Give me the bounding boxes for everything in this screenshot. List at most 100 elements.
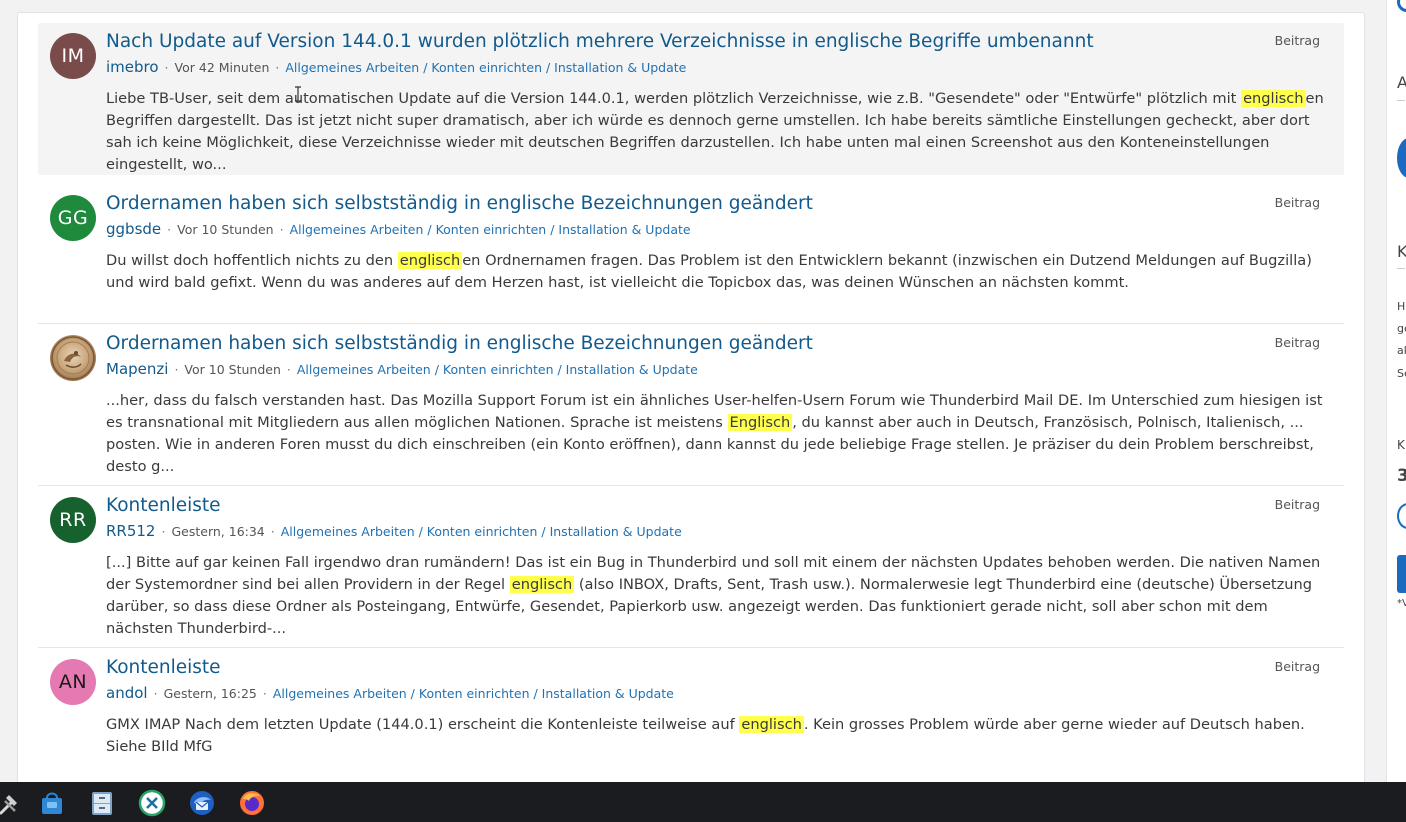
right-sidebar: A K Hi ge ak Se K 3 *V xyxy=(1386,0,1406,782)
result-meta: imebro · Vor 42 Minuten · Allgemeines Ar… xyxy=(106,58,686,76)
author-link[interactable]: imebro xyxy=(106,58,159,76)
text-cursor-icon xyxy=(295,86,301,102)
result-excerpt: Du willst doch hoffentlich nichts zu den… xyxy=(106,250,1332,294)
result-excerpt: ...her, dass du falsch verstanden hast. … xyxy=(106,390,1332,478)
sidebar-text-fragment: Se xyxy=(1397,367,1406,380)
taskbar-file-manager-button[interactable] xyxy=(87,788,117,818)
meta-separator: · xyxy=(161,524,166,539)
excerpt-text: Du willst doch hoffentlich nichts zu den xyxy=(106,252,398,269)
breadcrumb-link[interactable]: Allgemeines Arbeiten / Konten einrichten… xyxy=(285,60,686,75)
firefox-icon xyxy=(240,791,264,815)
search-result[interactable]: IM Nach Update auf Version 144.0.1 wurde… xyxy=(38,23,1344,175)
taskbar-firefox-button[interactable] xyxy=(237,788,267,818)
result-type-label: Beitrag xyxy=(1274,497,1320,512)
result-title-link[interactable]: Kontenleiste xyxy=(106,495,221,516)
post-time: Gestern, 16:34 xyxy=(171,524,265,539)
result-excerpt: GMX IMAP Nach dem letzten Update (144.0.… xyxy=(106,714,1332,758)
result-meta: RR512 · Gestern, 16:34 · Allgemeines Arb… xyxy=(106,522,682,540)
sidebar-heading-fragment: A xyxy=(1397,73,1406,92)
result-title-link[interactable]: Ordernamen haben sich selbstständig in e… xyxy=(106,193,813,214)
app-icon xyxy=(138,789,166,817)
avatar-initials: AN xyxy=(58,671,88,693)
result-meta: andol · Gestern, 16:25 · Allgemeines Arb… xyxy=(106,684,674,702)
meta-separator: · xyxy=(270,524,275,539)
post-time: Vor 10 Stunden xyxy=(177,222,274,237)
sidebar-text-fragment: ge xyxy=(1397,322,1406,335)
post-time: Vor 42 Minuten xyxy=(174,60,270,75)
taskbar-store-button[interactable] xyxy=(37,788,67,818)
author-link[interactable]: Mapenzi xyxy=(106,360,168,378)
sidebar-logo-fragment xyxy=(1397,138,1406,178)
breadcrumb-link[interactable]: Allgemeines Arbeiten / Konten einrichten… xyxy=(273,686,674,701)
meta-separator: · xyxy=(275,60,280,75)
result-title-link[interactable]: Kontenleiste xyxy=(106,657,221,678)
author-link[interactable]: ggbsde xyxy=(106,220,161,238)
post-time: Gestern, 16:25 xyxy=(163,686,257,701)
search-highlight: englisch xyxy=(1241,90,1306,107)
meta-separator: · xyxy=(262,686,267,701)
search-result[interactable]: GG Ordernamen haben sich selbstständig i… xyxy=(38,185,1344,324)
search-result[interactable]: AN Kontenleiste andol · Gestern, 16:25 ·… xyxy=(38,649,1344,789)
tools-icon xyxy=(0,795,17,815)
post-time: Vor 10 Stunden xyxy=(184,362,281,377)
sidebar-label-fragment: K xyxy=(1397,438,1405,452)
result-excerpt: [...] Bitte auf gar keinen Fall irgendwo… xyxy=(106,552,1332,640)
sidebar-heading-fragment: K xyxy=(1397,242,1406,261)
author-link[interactable]: RR512 xyxy=(106,522,155,540)
search-highlight: englisch xyxy=(739,716,804,733)
meta-separator: · xyxy=(167,222,172,237)
divider xyxy=(1397,268,1405,269)
meta-separator: · xyxy=(286,362,291,377)
breadcrumb-link[interactable]: Allgemeines Arbeiten / Konten einrichten… xyxy=(297,362,698,377)
result-title-link[interactable]: Ordernamen haben sich selbstständig in e… xyxy=(106,333,813,354)
search-result[interactable]: Ordernamen haben sich selbstständig in e… xyxy=(38,325,1344,486)
search-highlight: englisch xyxy=(397,252,463,269)
excerpt-text: Liebe TB-User, seit dem automatischen Up… xyxy=(106,90,1242,107)
meta-separator: · xyxy=(164,60,169,75)
avatar-initials: GG xyxy=(57,207,89,229)
sidebar-text-fragment: ak xyxy=(1397,344,1406,357)
search-highlight: Englisch xyxy=(727,414,793,431)
taskbar-thunderbird-button[interactable] xyxy=(187,788,217,818)
meta-separator: · xyxy=(174,362,179,377)
result-type-label: Beitrag xyxy=(1274,659,1320,674)
breadcrumb-link[interactable]: Allgemeines Arbeiten / Konten einrichten… xyxy=(281,524,682,539)
avatar[interactable]: IM xyxy=(50,33,96,79)
avatar[interactable]: RR xyxy=(50,497,96,543)
avatar[interactable]: GG xyxy=(50,195,96,241)
taskbar-app-button[interactable] xyxy=(137,788,167,818)
divider xyxy=(1397,100,1405,101)
meta-separator: · xyxy=(153,686,158,701)
result-type-label: Beitrag xyxy=(1274,335,1320,350)
sidebar-radio-fragment[interactable] xyxy=(1397,503,1406,529)
search-results-panel: IM Nach Update auf Version 144.0.1 wurde… xyxy=(17,12,1365,802)
excerpt-text: GMX IMAP Nach dem letzten Update (144.0.… xyxy=(106,716,740,733)
search-result[interactable]: RR Kontenleiste RR512 · Gestern, 16:34 ·… xyxy=(38,487,1344,648)
avatar-initials: IM xyxy=(61,45,85,67)
medal-avatar-image xyxy=(51,336,95,380)
result-type-label: Beitrag xyxy=(1274,195,1320,210)
search-highlight: englisch xyxy=(509,576,575,593)
result-type-label: Beitrag xyxy=(1274,33,1320,48)
store-icon xyxy=(42,792,62,814)
file-manager-icon xyxy=(92,792,112,815)
sidebar-avatar-ring xyxy=(1397,0,1406,12)
taskbar-tools-button[interactable] xyxy=(0,788,24,818)
breadcrumb-link[interactable]: Allgemeines Arbeiten / Konten einrichten… xyxy=(290,222,691,237)
result-meta: ggbsde · Vor 10 Stunden · Allgemeines Ar… xyxy=(106,220,691,238)
result-title-link[interactable]: Nach Update auf Version 144.0.1 wurden p… xyxy=(106,31,1094,52)
result-excerpt: Liebe TB-User, seit dem automatischen Up… xyxy=(106,88,1332,176)
author-link[interactable]: andol xyxy=(106,684,148,702)
result-meta: Mapenzi · Vor 10 Stunden · Allgemeines A… xyxy=(106,360,698,378)
taskbar xyxy=(0,782,1406,822)
sidebar-number-fragment: 3 xyxy=(1397,466,1406,486)
avatar[interactable]: AN xyxy=(50,659,96,705)
sidebar-note-fragment: *V xyxy=(1397,598,1406,609)
avatar-initials: RR xyxy=(59,509,87,531)
sidebar-button-fragment[interactable] xyxy=(1397,555,1406,593)
avatar[interactable] xyxy=(50,335,96,381)
sidebar-text-fragment: Hi xyxy=(1397,300,1406,313)
page: IM Nach Update auf Version 144.0.1 wurde… xyxy=(0,0,1406,822)
thunderbird-icon xyxy=(190,791,214,815)
meta-separator: · xyxy=(279,222,284,237)
